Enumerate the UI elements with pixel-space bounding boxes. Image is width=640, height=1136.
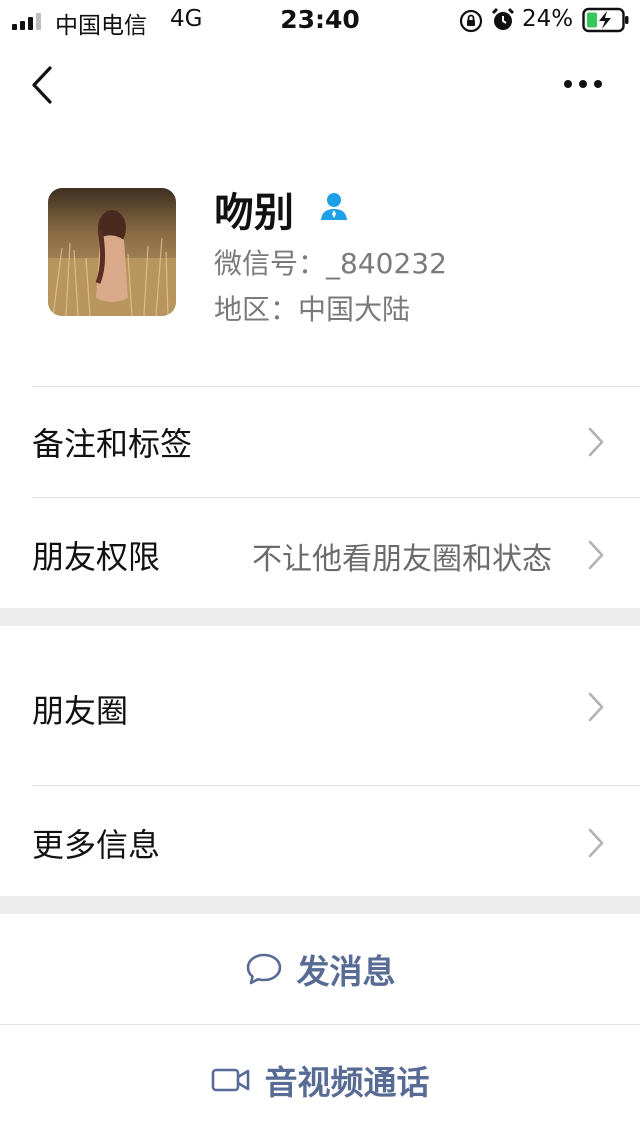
row-label: 朋友圈 [32, 692, 129, 730]
row-value: 不让他看朋友圈和状态 [252, 542, 552, 577]
more-horizontal-icon[interactable] [562, 74, 604, 94]
region: 地区：中国大陆 [214, 293, 411, 326]
nav-bar [0, 50, 640, 120]
status-bar: 中国电信 4G 23:40 24% [0, 0, 640, 40]
row-label: 朋友权限 [32, 538, 161, 576]
profile-header: 吻别 微信号：_840232 地区：中国大陆 [0, 186, 640, 326]
row-more-info[interactable]: 更多信息 [0, 786, 640, 896]
back-chevron-icon[interactable] [24, 62, 60, 108]
profile-name: 吻别 [214, 190, 294, 236]
person-icon [321, 193, 347, 220]
av-call-label: 音视频通话 [264, 1063, 430, 1102]
wechat-id: 微信号：_840232 [214, 247, 447, 280]
row-label: 备注和标签 [32, 425, 193, 463]
chat-bubble-icon [246, 953, 281, 985]
battery-percent: 24% [522, 6, 574, 32]
chevron-right-icon [588, 427, 604, 457]
section-gap [0, 608, 640, 626]
row-friend-permissions[interactable]: 朋友权限 不让他看朋友圈和状态 [0, 498, 640, 608]
row-remark-tags[interactable]: 备注和标签 [0, 387, 640, 497]
orientation-lock-icon [459, 9, 483, 33]
chevron-right-icon [588, 692, 604, 722]
av-call-button[interactable]: 音视频通话 [0, 1025, 640, 1135]
send-message-label: 发消息 [296, 952, 396, 991]
section-gap [0, 896, 640, 914]
battery-charging-icon [582, 7, 629, 33]
send-message-button[interactable]: 发消息 [0, 914, 640, 1024]
row-label: 更多信息 [32, 826, 161, 864]
row-moments[interactable]: 朋友圈 [0, 626, 640, 784]
chevron-right-icon [588, 828, 604, 858]
video-camera-icon [211, 1068, 249, 1092]
alarm-icon [491, 7, 515, 30]
chevron-right-icon [588, 540, 604, 570]
avatar[interactable] [48, 188, 176, 316]
